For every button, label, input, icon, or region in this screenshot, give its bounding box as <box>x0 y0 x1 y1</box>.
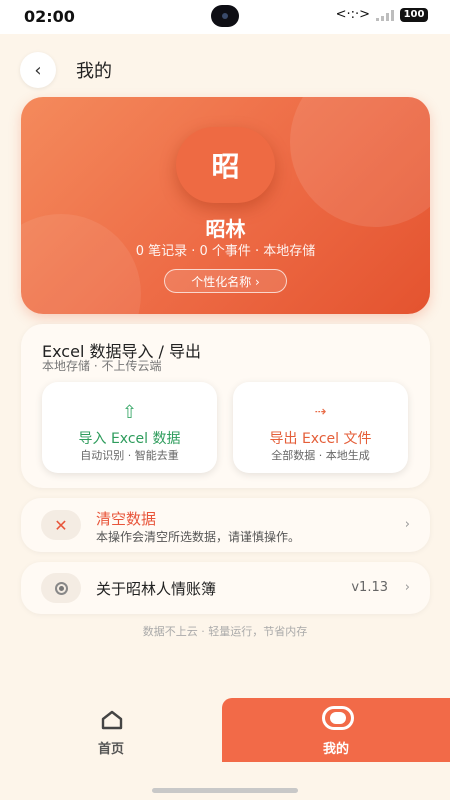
tab-home[interactable]: 首页 <box>0 698 222 762</box>
dashed-arrow-right-icon: ⇢ <box>314 404 327 420</box>
chevron-right-icon: › <box>404 580 410 595</box>
user-icon <box>322 706 354 730</box>
version-text: v1.13 <box>351 580 388 595</box>
page-header: ‹ 我的 <box>20 52 112 88</box>
about-row[interactable]: 关于昭林人情账簿 v1.13 › <box>21 562 430 614</box>
profile-stats: 0 笔记录 · 0 个事件 · 本地存储 <box>135 244 316 259</box>
tab-mine[interactable]: 我的 <box>222 698 450 762</box>
upload-arrow-icon: ⇧ <box>121 402 138 423</box>
battery-icon: 100 <box>400 7 428 22</box>
back-button[interactable]: ‹ <box>20 52 56 88</box>
profile-card: 昭 昭林 0 笔记录 · 0 个事件 · 本地存储 个性化名称 › <box>21 97 430 314</box>
footer-note: 数据不上云 · 轻量运行，节省内存 <box>142 625 308 638</box>
excel-card-subtitle: 本地存储 · 不上传云端 <box>42 359 162 373</box>
tab-bar: 首页 我的 <box>0 698 450 772</box>
home-icon <box>101 710 123 730</box>
clear-data-row[interactable]: ✕ 清空数据 本操作会清空所选数据，请谨慎操作。 › <box>21 498 430 552</box>
export-excel-subtitle: 全部数据 · 本地生成 <box>271 449 370 462</box>
decorative-circle <box>290 97 430 227</box>
about-title: 关于昭林人情账簿 <box>96 580 217 598</box>
chevron-right-icon: › <box>404 517 410 532</box>
profile-name: 昭林 <box>205 217 246 241</box>
tab-mine-label: 我的 <box>322 742 349 757</box>
network-icon: <·:·> <box>335 7 370 22</box>
close-icon: ✕ <box>41 510 81 540</box>
export-excel-label: 导出 Excel 文件 <box>269 431 372 447</box>
import-excel-button[interactable]: ⇧ 导入 Excel 数据 自动识别 · 智能去重 <box>42 382 217 473</box>
rename-button[interactable]: 个性化名称 › <box>164 269 287 293</box>
avatar: 昭 <box>176 127 275 203</box>
status-time: 02:00 <box>24 7 75 26</box>
camera-cutout <box>211 5 239 27</box>
chevron-left-icon: ‹ <box>34 59 42 81</box>
status-icons: <·:·> 100 <box>336 7 428 22</box>
import-excel-subtitle: 自动识别 · 智能去重 <box>80 449 179 462</box>
clear-data-description: 本操作会清空所选数据，请谨慎操作。 <box>96 530 301 544</box>
eye-icon <box>41 573 81 603</box>
status-bar: 02:00 <·:·> 100 <box>0 0 450 34</box>
signal-icon <box>376 9 394 21</box>
export-excel-button[interactable]: ⇢ 导出 Excel 文件 全部数据 · 本地生成 <box>233 382 408 473</box>
excel-card: Excel 数据导入 / 导出 本地存储 · 不上传云端 ⇧ 导入 Excel … <box>21 324 430 488</box>
page-title: 我的 <box>76 61 112 82</box>
import-excel-label: 导入 Excel 数据 <box>78 431 181 447</box>
home-indicator[interactable] <box>152 788 298 793</box>
tab-home-label: 首页 <box>97 742 124 757</box>
clear-data-title: 清空数据 <box>96 510 157 528</box>
